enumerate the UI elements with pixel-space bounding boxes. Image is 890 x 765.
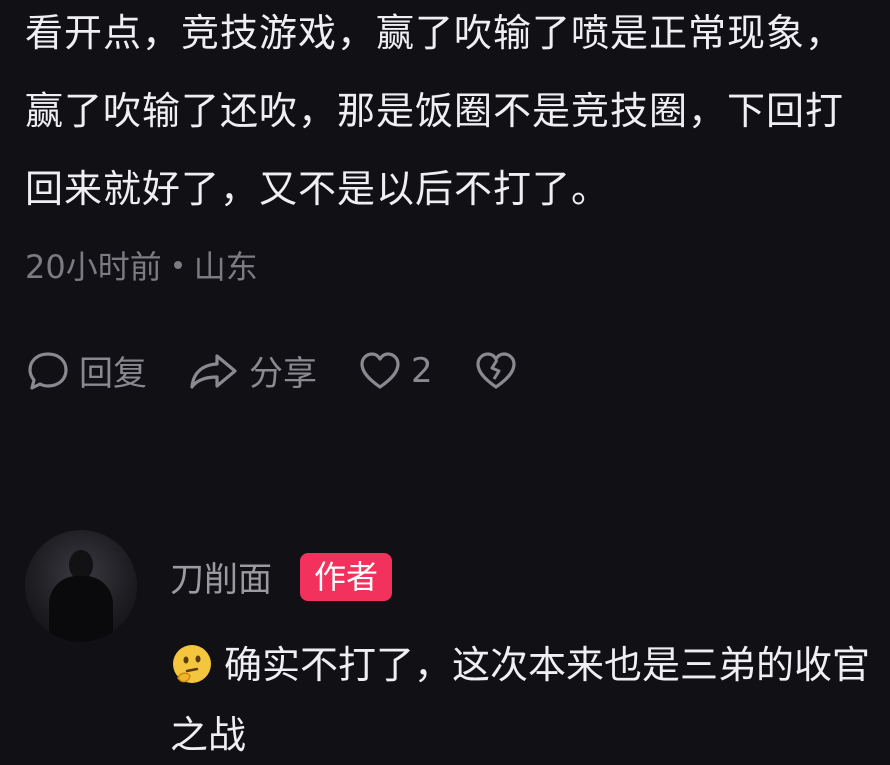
avatar-body xyxy=(49,576,113,642)
share-arrow-icon xyxy=(187,348,241,394)
thinking-face-icon xyxy=(170,638,214,683)
reply-button[interactable]: 回复 xyxy=(25,346,147,395)
broken-heart-icon xyxy=(473,348,519,394)
separator-dot xyxy=(173,261,182,269)
author-badge: 作者 xyxy=(300,552,393,601)
comment-text: 看开点，竞技游戏，赢了吹输了喷是正常现象，赢了吹输了还吹，那是饭圈不是竞技圈，下… xyxy=(25,11,845,211)
avatar[interactable] xyxy=(25,530,137,642)
share-label: 分享 xyxy=(249,354,317,394)
heart-icon xyxy=(357,348,403,394)
comment-meta: 20小时前 山东 xyxy=(25,242,890,288)
comment-location: 山东 xyxy=(193,248,258,286)
chat-bubble-icon xyxy=(25,348,71,394)
reply-content: 确实不打了，这次本来也是三弟的收官之战 xyxy=(170,630,885,765)
reply-text: 确实不打了，这次本来也是三弟的收官之战 xyxy=(170,643,871,757)
reply-username[interactable]: 刀削面 xyxy=(170,552,272,601)
share-button[interactable]: 分享 xyxy=(187,346,317,395)
comment-time: 20小时前 xyxy=(25,248,162,286)
reply-label: 回复 xyxy=(79,354,147,394)
dislike-button[interactable] xyxy=(473,348,519,394)
reply-header: 刀削面 作者 xyxy=(170,552,393,601)
like-button[interactable]: 2 xyxy=(357,348,433,394)
like-count: 2 xyxy=(411,350,433,391)
comment-thread: 看开点，竞技游戏，赢了吹输了喷是正常现象，赢了吹输了还吹，那是饭圈不是竞技圈，下… xyxy=(0,0,890,765)
comment-actions: 回复 分享 2 xyxy=(25,346,890,395)
